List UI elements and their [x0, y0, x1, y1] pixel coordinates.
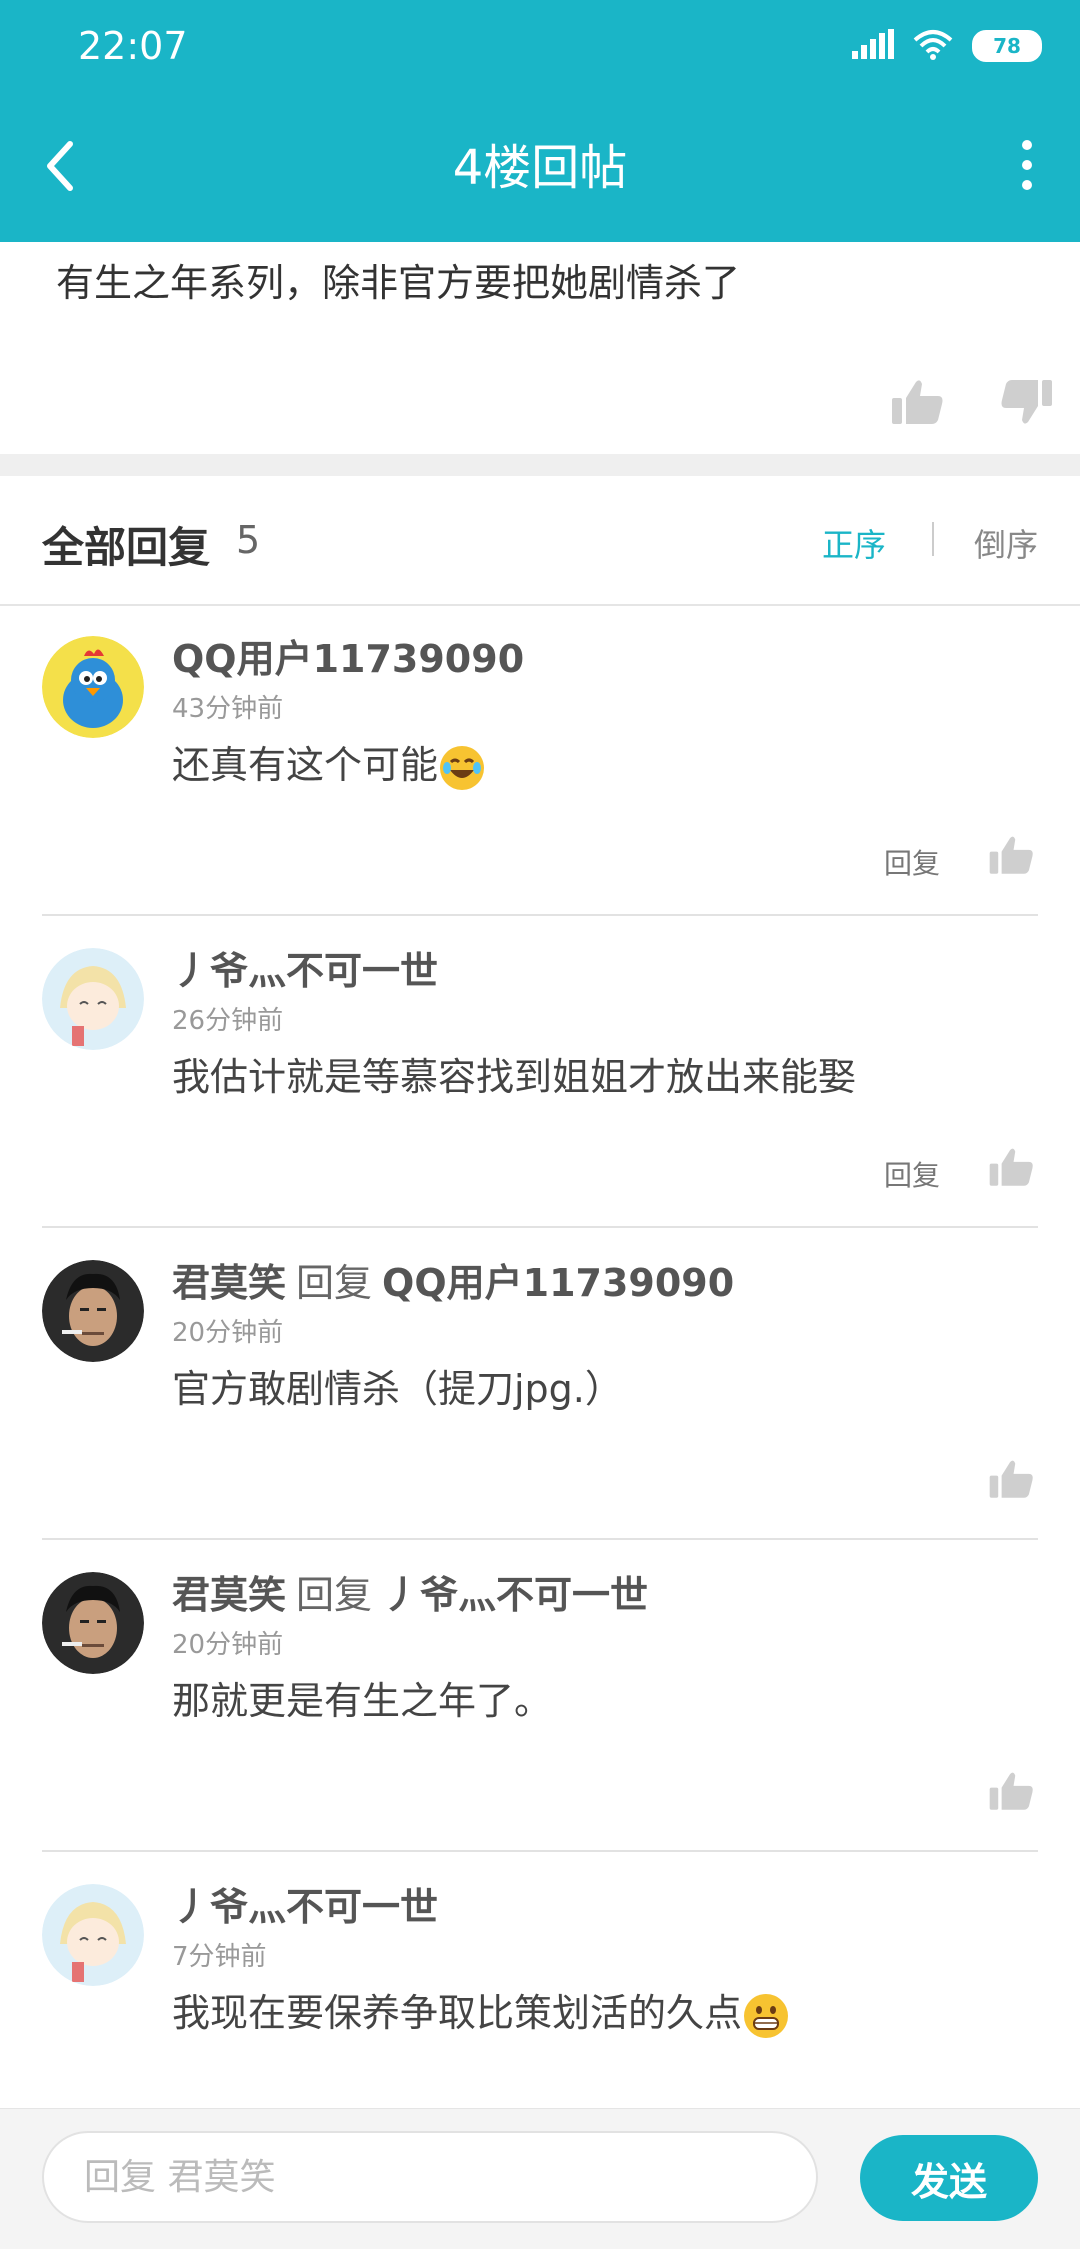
battery-icon: 78	[972, 30, 1042, 62]
comment-time: 26分钟前	[172, 1006, 284, 1036]
comment-text: 我现在要保养争取比策划活的久点	[172, 1982, 789, 2038]
sort-forward-tab[interactable]: 正序	[822, 520, 886, 566]
thumbs-up-icon[interactable]	[988, 834, 1042, 882]
thumbs-up-icon[interactable]	[988, 1146, 1042, 1194]
comment-text: 我估计就是等慕容找到姐姐才放出来能娶	[172, 1055, 857, 1099]
comment-username[interactable]: 君莫笑	[172, 1261, 286, 1305]
reply-word: 回复	[296, 1261, 373, 1305]
comment-item: 丿爷灬不可一世 26分钟前 我估计就是等慕容找到姐姐才放出来能娶 回复	[0, 916, 1080, 1228]
page-title: 4楼回帖	[452, 140, 628, 196]
thumbs-up-icon[interactable]	[890, 378, 944, 426]
app-header: 22:07 78 4楼回帖	[0, 0, 1080, 242]
more-vertical-icon[interactable]	[1012, 140, 1042, 190]
section-divider	[0, 454, 1080, 476]
comment-item: 丿爷灬不可一世 7分钟前 我现在要保养争取比策划活的久点	[0, 1852, 1080, 2108]
comment-text-content: 还真有这个可能	[172, 743, 439, 787]
comment-time: 20分钟前	[172, 1318, 284, 1348]
comment-text: 官方敢剧情杀（提刀jpg.）	[172, 1367, 623, 1411]
comment-username[interactable]: 丿爷灬不可一世	[172, 1885, 438, 1929]
reply-button[interactable]: 回复	[884, 1154, 940, 1194]
comment-item: 君莫笑 回复 QQ用户11739090 20分钟前 官方敢剧情杀（提刀jpg.）	[0, 1228, 1080, 1540]
comment-text: 那就更是有生之年了。	[172, 1679, 553, 1723]
comment-text-content: 我现在要保养争取比策划活的久点	[172, 1991, 743, 2035]
avatar[interactable]	[42, 1572, 144, 1674]
wifi-icon	[912, 28, 954, 64]
replies-count: 5	[236, 518, 261, 562]
avatar[interactable]	[42, 636, 144, 738]
replies-title: 全部回复	[42, 523, 211, 572]
laughing-tears-emoji	[440, 745, 485, 790]
comment-user[interactable]: 君莫笑 回复 QQ用户11739090	[172, 1252, 734, 1307]
reply-bar: 发送	[0, 2108, 1080, 2249]
thumbs-up-icon[interactable]	[988, 1458, 1042, 1506]
thumbs-up-icon[interactable]	[988, 1770, 1042, 1818]
reply-button[interactable]: 回复	[884, 842, 940, 882]
reply-to-username[interactable]: QQ用户11739090	[382, 1261, 734, 1305]
sort-separator	[932, 522, 934, 556]
comment-username[interactable]: QQ用户11739090	[172, 637, 524, 681]
reply-word: 回复	[296, 1573, 373, 1617]
comment-user[interactable]: QQ用户11739090	[172, 628, 524, 683]
comment-item: 君莫笑 回复 丿爷灬不可一世 20分钟前 那就更是有生之年了。	[0, 1540, 1080, 1852]
grinning-emoji	[744, 1993, 789, 2038]
sort-reverse-tab[interactable]: 倒序	[974, 520, 1038, 566]
comment-time: 7分钟前	[172, 1942, 267, 1972]
replies-header: 全部回复 5 正序 倒序	[0, 476, 1080, 606]
avatar[interactable]	[42, 948, 144, 1050]
comment-time: 43分钟前	[172, 694, 284, 724]
comment-username[interactable]: 丿爷灬不可一世	[172, 949, 438, 993]
comment-username[interactable]: 君莫笑	[172, 1573, 286, 1617]
comment-user[interactable]: 丿爷灬不可一世	[172, 1876, 438, 1931]
comment-text: 还真有这个可能	[172, 734, 485, 790]
avatar[interactable]	[42, 1884, 144, 1986]
status-icons: 78	[852, 28, 1042, 64]
send-button[interactable]: 发送	[860, 2135, 1038, 2221]
comment-time: 20分钟前	[172, 1630, 284, 1660]
reply-to-username[interactable]: 丿爷灬不可一世	[382, 1573, 648, 1617]
avatar[interactable]	[42, 1260, 144, 1362]
signal-icon	[852, 29, 894, 63]
status-time: 22:07	[78, 24, 188, 68]
battery-level: 78	[993, 34, 1021, 58]
thumbs-down-icon[interactable]	[1000, 378, 1054, 426]
reply-input[interactable]	[42, 2131, 818, 2223]
post-text: 有生之年系列，除非官方要把她剧情杀了	[56, 261, 741, 305]
comment-user[interactable]: 君莫笑 回复 丿爷灬不可一世	[172, 1564, 648, 1619]
comment-item: QQ用户11739090 43分钟前 还真有这个可能 回复	[0, 604, 1080, 916]
post-content: 有生之年系列，除非官方要把她剧情杀了	[0, 242, 1080, 454]
comment-user[interactable]: 丿爷灬不可一世	[172, 940, 438, 995]
